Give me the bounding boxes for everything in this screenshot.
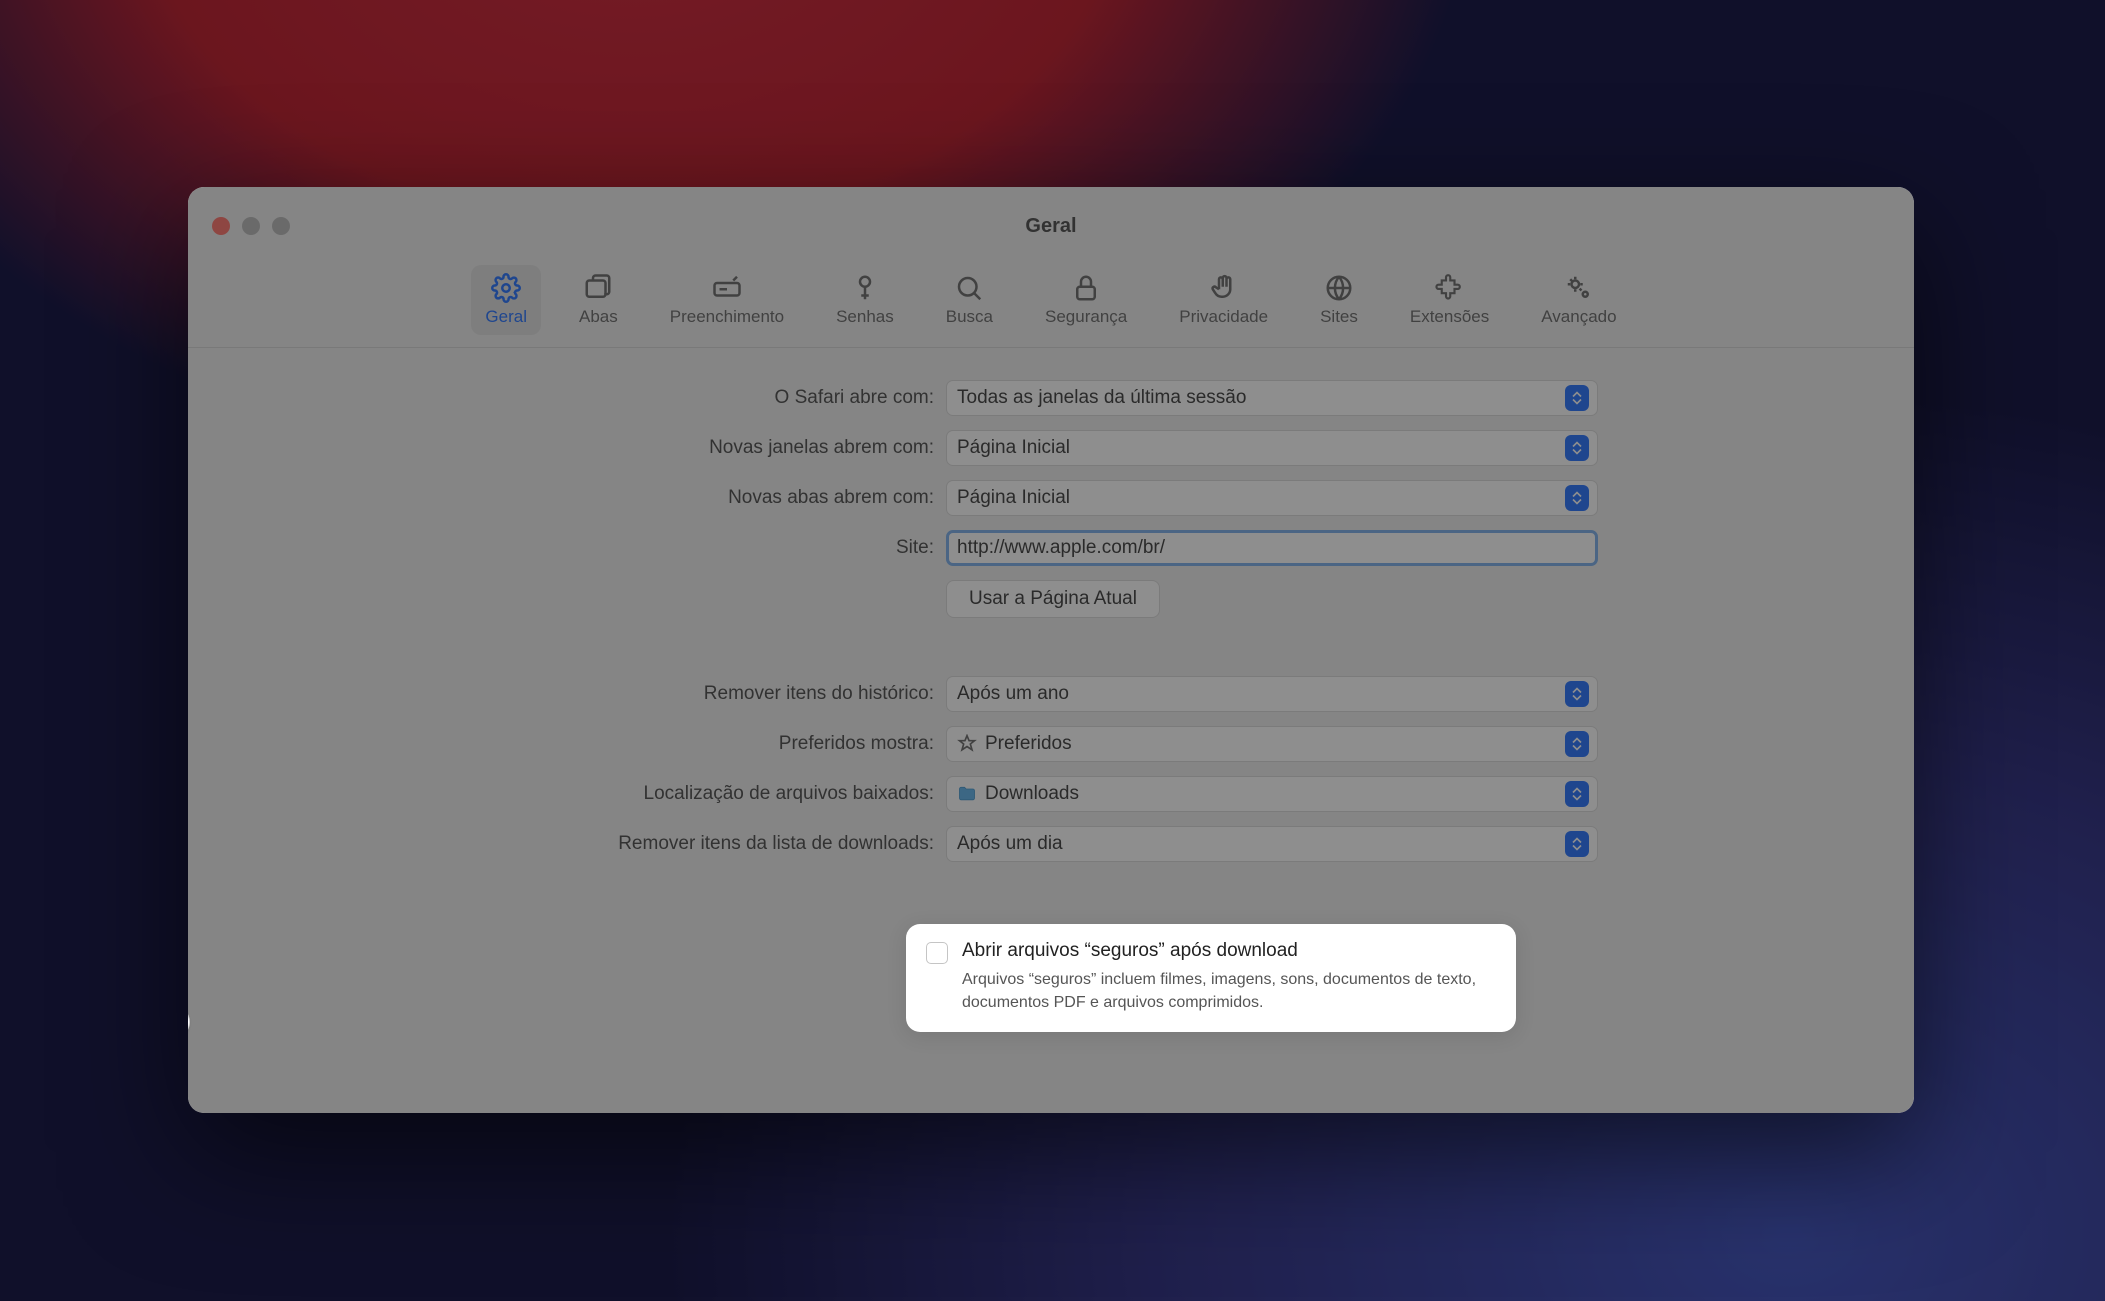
titlebar: Geral: [188, 187, 1914, 265]
label-remove-downloads: Remover itens da lista de downloads:: [228, 833, 934, 855]
tab-label: Extensões: [1410, 307, 1489, 327]
label-new-tabs: Novas abas abrem com:: [228, 487, 934, 509]
search-icon: [951, 273, 987, 303]
folder-icon: [957, 784, 977, 804]
tab-avancado[interactable]: Avançado: [1527, 265, 1630, 335]
puzzle-icon: [1432, 273, 1468, 303]
chevron-updown-icon: [1565, 485, 1589, 511]
gear-icon: [488, 273, 524, 303]
chevron-updown-icon: [1565, 435, 1589, 461]
select-new-tabs[interactable]: Página Inicial: [946, 480, 1598, 516]
tab-preenchimento[interactable]: Preenchimento: [656, 265, 798, 335]
row-remove-downloads: Remover itens da lista de downloads: Apó…: [228, 826, 1874, 862]
chevron-updown-icon: [1565, 681, 1589, 707]
row-new-windows: Novas janelas abrem com: Página Inicial: [228, 430, 1874, 466]
preferences-window: Geral Geral Abas Preenchimento Senhas: [188, 187, 1914, 1113]
chevron-updown-icon: [1565, 731, 1589, 757]
lock-icon: [1068, 273, 1104, 303]
chevron-updown-icon: [1565, 831, 1589, 857]
label-safari-opens: O Safari abre com:: [228, 387, 934, 409]
tab-label: Abas: [579, 307, 618, 327]
select-safari-opens[interactable]: Todas as janelas da última sessão: [946, 380, 1598, 416]
label-site: Site:: [228, 537, 934, 559]
row-safari-opens: O Safari abre com: Todas as janelas da ú…: [228, 380, 1874, 416]
tab-seguranca[interactable]: Segurança: [1031, 265, 1141, 335]
toolbar-tabs: Geral Abas Preenchimento Senhas Busca: [188, 265, 1914, 348]
select-remove-history[interactable]: Após um ano: [946, 676, 1598, 712]
label-new-windows: Novas janelas abrem com:: [228, 437, 934, 459]
gears-icon: [1561, 273, 1597, 303]
row-download-location: Localização de arquivos baixados: Downlo…: [228, 776, 1874, 812]
tab-privacidade[interactable]: Privacidade: [1165, 265, 1282, 335]
open-safe-files-description: Arquivos “seguros” incluem filmes, image…: [962, 968, 1492, 1014]
tab-extensoes[interactable]: Extensões: [1396, 265, 1503, 335]
tab-label: Sites: [1320, 307, 1358, 327]
open-safe-files-checkbox[interactable]: [926, 942, 948, 964]
tab-label: Segurança: [1045, 307, 1127, 327]
tab-label: Privacidade: [1179, 307, 1268, 327]
zoom-window-button[interactable]: [272, 217, 290, 235]
select-value: Preferidos: [955, 733, 1565, 755]
row-new-tabs: Novas abas abrem com: Página Inicial: [228, 480, 1874, 516]
select-value: Página Inicial: [955, 437, 1565, 459]
select-favorites[interactable]: Preferidos: [946, 726, 1598, 762]
row-remove-history: Remover itens do histórico: Após um ano: [228, 676, 1874, 712]
tab-abas[interactable]: Abas: [565, 265, 632, 335]
open-safe-files-section: Abrir arquivos “seguros” após download A…: [906, 924, 1516, 1032]
label-remove-history: Remover itens do histórico:: [228, 683, 934, 705]
tabs-icon: [580, 273, 616, 303]
window-title: Geral: [188, 215, 1914, 238]
general-panel: O Safari abre com: Todas as janelas da ú…: [188, 348, 1914, 916]
row-favorites: Preferidos mostra: Preferidos: [228, 726, 1874, 762]
spacer: [228, 632, 1874, 662]
label-favorites: Preferidos mostra:: [228, 733, 934, 755]
row-site: Site:: [228, 530, 1874, 566]
minimize-window-button[interactable]: [242, 217, 260, 235]
homepage-input[interactable]: [946, 530, 1598, 566]
tab-label: Avançado: [1541, 307, 1616, 327]
select-value: Downloads: [955, 783, 1565, 805]
star-icon: [957, 734, 977, 754]
select-new-windows[interactable]: Página Inicial: [946, 430, 1598, 466]
select-value: Após um dia: [955, 833, 1565, 855]
chevron-updown-icon: [1565, 781, 1589, 807]
use-current-page-button[interactable]: Usar a Página Atual: [946, 580, 1160, 618]
tab-label: Busca: [946, 307, 993, 327]
select-remove-downloads[interactable]: Após um dia: [946, 826, 1598, 862]
select-download-location[interactable]: Downloads: [946, 776, 1598, 812]
hand-icon: [1206, 273, 1242, 303]
close-window-button[interactable]: [212, 217, 230, 235]
select-text-value: Preferidos: [985, 733, 1072, 755]
autofill-icon: [709, 273, 745, 303]
select-value: Todas as janelas da última sessão: [955, 387, 1565, 409]
row-use-current: Usar a Página Atual: [228, 580, 1874, 618]
traffic-lights: [188, 217, 290, 235]
tab-sites[interactable]: Sites: [1306, 265, 1372, 335]
label-download-location: Localização de arquivos baixados:: [228, 783, 934, 805]
key-icon: [847, 273, 883, 303]
tab-busca[interactable]: Busca: [932, 265, 1007, 335]
select-value: Após um ano: [955, 683, 1565, 705]
tab-label: Senhas: [836, 307, 894, 327]
select-text-value: Downloads: [985, 783, 1079, 805]
tab-senhas[interactable]: Senhas: [822, 265, 908, 335]
tab-label: Preenchimento: [670, 307, 784, 327]
chevron-updown-icon: [1565, 385, 1589, 411]
help-button[interactable]: ?: [188, 1006, 190, 1038]
tab-general[interactable]: Geral: [471, 265, 541, 335]
tab-label: Geral: [485, 307, 527, 327]
open-safe-files-label: Abrir arquivos “seguros” após download: [962, 940, 1492, 962]
select-value: Página Inicial: [955, 487, 1565, 509]
globe-icon: [1321, 273, 1357, 303]
